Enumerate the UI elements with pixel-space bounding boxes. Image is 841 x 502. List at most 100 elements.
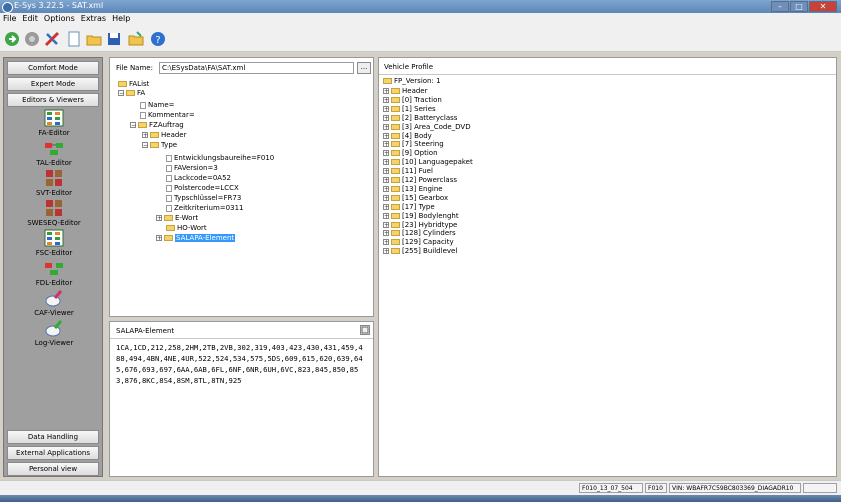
open-icon[interactable]	[86, 31, 102, 47]
vehicle-profile-item[interactable]: + [12] Powerclass	[383, 176, 457, 185]
expand-icon[interactable]: +	[383, 141, 389, 148]
expand-icon[interactable]: +	[383, 221, 389, 228]
expand-icon[interactable]: +	[383, 212, 389, 219]
tree-node[interactable]: FAVersion=3	[166, 164, 218, 173]
vehicle-profile-item[interactable]: + [1] Series	[383, 105, 436, 114]
expand-icon[interactable]: +	[383, 185, 389, 192]
tree-node[interactable]: Name=	[140, 101, 175, 110]
external-applications-button[interactable]: External Applications	[7, 446, 99, 460]
vehicle-profile-item[interactable]: + [3] Area_Code_DVD	[383, 123, 471, 132]
menu-extras[interactable]: Extras	[78, 13, 109, 23]
leaf-icon	[166, 164, 172, 172]
vehicle-profile-item[interactable]: + [2] Batteryclass	[383, 114, 457, 123]
connect-icon[interactable]	[44, 31, 60, 47]
collapse-icon[interactable]: −	[130, 122, 136, 129]
file-name-input[interactable]	[159, 62, 354, 74]
tree-node[interactable]: + Header	[142, 131, 187, 140]
vehicle-profile-item[interactable]: + [11] Fuel	[383, 167, 433, 176]
fsc-editor-tool[interactable]: FSC-Editor	[4, 229, 104, 257]
vehicle-profile-item[interactable]: + [9] Option	[383, 149, 438, 158]
expand-icon[interactable]: +	[156, 235, 162, 242]
tree-node[interactable]: − FA	[118, 89, 145, 98]
folder-icon	[391, 203, 400, 210]
folder-icon	[391, 185, 400, 192]
folder-icon	[391, 168, 400, 175]
vehicle-profile-item[interactable]: + [129] Capacity	[383, 238, 454, 247]
editors-viewers-button[interactable]: Editors & Viewers	[7, 93, 99, 107]
new-icon[interactable]	[66, 31, 82, 47]
tree-node[interactable]: FP_Version: 1	[383, 77, 441, 86]
close-button[interactable]: ✕	[809, 1, 837, 12]
comfort-mode-button[interactable]: Comfort Mode	[7, 61, 99, 75]
tree-node[interactable]: Typschlüssel=FR73	[166, 194, 241, 203]
caf-viewer-tool[interactable]: CAF-Viewer	[4, 289, 104, 317]
expand-icon[interactable]: +	[383, 123, 389, 130]
collapse-icon[interactable]: −	[118, 90, 124, 97]
expert-mode-button[interactable]: Expert Mode	[7, 77, 99, 91]
data-handling-button[interactable]: Data Handling	[7, 430, 99, 444]
fa-editor-tool[interactable]: FA-Editor	[4, 109, 104, 137]
edit-button[interactable]	[360, 325, 370, 335]
tree-node[interactable]: HO-Wort	[166, 224, 207, 233]
expand-icon[interactable]: +	[383, 177, 389, 184]
tree-node-selected[interactable]: + SALAPA-Element	[156, 234, 236, 243]
expand-icon[interactable]: +	[383, 150, 389, 157]
expand-icon[interactable]: +	[383, 114, 389, 121]
vehicle-profile-item[interactable]: + [4] Body	[383, 132, 432, 141]
vehicle-profile-item[interactable]: + [0] Traction	[383, 96, 442, 105]
browse-button[interactable]: ...	[357, 62, 371, 74]
vehicle-profile-item[interactable]: + [17] Type	[383, 203, 435, 212]
vehicle-profile-item[interactable]: + [255] Buildlevel	[383, 247, 457, 256]
personal-view-button[interactable]: Personal view	[7, 462, 99, 476]
tree-node[interactable]: + E-Wort	[156, 214, 198, 223]
vehicle-profile-item[interactable]: + [23] Hybridtype	[383, 221, 457, 230]
go-icon[interactable]	[4, 31, 20, 47]
expand-icon[interactable]: +	[383, 132, 389, 139]
expand-icon[interactable]: +	[383, 194, 389, 201]
expand-icon[interactable]: +	[383, 105, 389, 112]
vehicle-profile-item[interactable]: + [7] Steering	[383, 140, 444, 149]
vehicle-profile-item[interactable]: + [15] Gearbox	[383, 194, 448, 203]
log-viewer-tool[interactable]: Log-Viewer	[4, 319, 104, 347]
expand-icon[interactable]: +	[383, 88, 389, 95]
expand-icon[interactable]: +	[383, 96, 389, 103]
tree-node[interactable]: − FZAuftrag	[130, 121, 184, 130]
stop-icon[interactable]	[24, 31, 40, 47]
vehicle-profile-item[interactable]: + [13] Engine	[383, 185, 443, 194]
tal-editor-tool[interactable]: TAL-Editor	[4, 139, 104, 167]
vehicle-profile-item[interactable]: + [10] Languagepaket	[383, 158, 473, 167]
collapse-icon[interactable]: −	[142, 142, 148, 149]
folder-icon	[391, 141, 400, 148]
help-icon[interactable]: ?	[150, 31, 166, 47]
vehicle-profile-item[interactable]: + [128] Cylinders	[383, 229, 456, 238]
tree-node[interactable]: Kommentar=	[140, 111, 195, 120]
folder-icon	[383, 78, 392, 84]
expand-icon[interactable]: +	[383, 203, 389, 210]
svt-editor-tool[interactable]: SVT-Editor	[4, 169, 104, 197]
save-icon[interactable]	[106, 31, 122, 47]
expand-icon[interactable]: +	[383, 239, 389, 246]
menu-options[interactable]: Options	[41, 13, 78, 23]
maximize-button[interactable]: □	[790, 1, 808, 12]
tree-node[interactable]: Polstercode=LCCX	[166, 184, 239, 193]
tree-node[interactable]: Entwicklungsbaureihe=F010	[166, 154, 274, 163]
open-folder-icon[interactable]	[128, 31, 144, 47]
tree-node[interactable]: Zeitkriterium=0311	[166, 204, 243, 213]
sweseq-editor-tool[interactable]: SWESEQ-Editor	[4, 199, 104, 227]
vehicle-profile-item[interactable]: + Header	[383, 87, 428, 96]
menu-help[interactable]: Help	[109, 13, 133, 23]
expand-icon[interactable]: +	[383, 159, 389, 166]
fdl-editor-tool[interactable]: FDL-Editor	[4, 259, 104, 287]
expand-icon[interactable]: +	[383, 230, 389, 237]
expand-icon[interactable]: +	[383, 248, 389, 255]
menu-edit[interactable]: Edit	[19, 13, 41, 23]
expand-icon[interactable]: +	[383, 168, 389, 175]
vehicle-profile-item[interactable]: + [19] Bodylenght	[383, 212, 459, 221]
expand-icon[interactable]: +	[142, 132, 148, 139]
tree-node[interactable]: Lackcode=0A52	[166, 174, 231, 183]
tree-node[interactable]: FAList	[118, 80, 149, 89]
minimize-button[interactable]: –	[771, 1, 789, 12]
expand-icon[interactable]: +	[156, 215, 162, 222]
tree-node[interactable]: − Type	[142, 141, 177, 150]
menu-file[interactable]: File	[0, 13, 19, 23]
